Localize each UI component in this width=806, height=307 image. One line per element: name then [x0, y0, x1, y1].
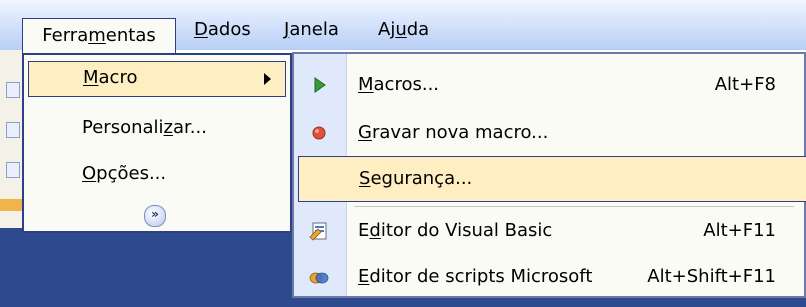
vb-editor-icon	[309, 222, 327, 241]
ferramentas-dropdown: Macro Personalizar... Opções... »	[22, 53, 292, 233]
menu-item-label: pções...	[96, 163, 167, 184]
menu-item-personalizar[interactable]: Personalizar...	[24, 109, 290, 147]
menu-label: Ferra	[42, 25, 89, 46]
menu-label: entas	[105, 25, 156, 46]
play-icon	[314, 77, 326, 93]
macro-submenu: Macros... Alt+F8 Gravar nova macro... Se…	[292, 52, 806, 298]
menu-mnemonic: G	[358, 122, 372, 143]
menu-item-opcoes[interactable]: Opções...	[24, 155, 290, 193]
submenu-arrow-icon	[264, 73, 271, 85]
menu-label: Aj	[378, 19, 396, 40]
toolbar-icon	[6, 122, 20, 138]
menu-item-script-editor[interactable]: Editor de scripts Microsoft Alt+Shift+F1…	[294, 254, 804, 300]
menu-item-label: ditor de scripts Microsoft	[369, 266, 593, 287]
menu-item-label: E	[358, 220, 370, 241]
menu-item-gravar-macro[interactable]: Gravar nova macro...	[294, 110, 804, 156]
menu-item-label: itor do Visual Basic	[380, 220, 553, 241]
menu-label: anela	[289, 19, 339, 40]
menu-ajuda[interactable]: Ajuda	[370, 8, 437, 58]
menu-item-macros[interactable]: Macros... Alt+F8	[294, 62, 804, 108]
menu-label: ados	[207, 19, 251, 40]
menu-item-label: egurança...	[370, 168, 473, 189]
menu-item-label: acros...	[373, 74, 440, 95]
menu-item-seguranca[interactable]: Segurança...	[298, 156, 806, 202]
menu-mnemonic: O	[82, 163, 97, 184]
menu-mnemonic: S	[359, 168, 371, 189]
toolbar-icon	[6, 82, 20, 98]
shortcut-label: Alt+Shift+F11	[647, 266, 776, 287]
script-editor-icon	[309, 272, 329, 284]
menu-item-vb-editor[interactable]: Editor do Visual Basic Alt+F11	[294, 208, 804, 254]
shortcut-label: Alt+F8	[714, 74, 776, 95]
menu-item-macro[interactable]: Macro	[28, 61, 286, 97]
menu-mnemonic: d	[369, 220, 381, 241]
menu-label: da	[406, 19, 430, 40]
menu-mnemonic: M	[83, 67, 99, 88]
menu-mnemonic: m	[88, 25, 106, 46]
menu-mnemonic: M	[358, 74, 374, 95]
menu-janela[interactable]: Janela	[276, 8, 347, 58]
record-icon	[312, 126, 326, 140]
menu-bar: Ferramentas Dados Janela Ajuda	[0, 0, 806, 54]
menu-item-label: ar...	[172, 117, 207, 138]
menu-item-label: Personali	[82, 117, 164, 138]
menu-separator	[354, 206, 794, 207]
menu-item-label: ravar nova macro...	[371, 122, 549, 143]
menu-item-label: acro	[98, 67, 138, 88]
menu-mnemonic: u	[395, 19, 407, 40]
expand-menu-chevron-icon[interactable]: »	[144, 205, 166, 227]
shortcut-label: Alt+F11	[703, 220, 776, 241]
menu-dados[interactable]: Dados	[186, 8, 259, 58]
toolbar-icon	[6, 162, 20, 178]
menu-mnemonic: z	[163, 117, 173, 138]
menu-mnemonic: D	[194, 19, 208, 40]
menu-mnemonic: E	[358, 266, 370, 287]
menu-ferramentas[interactable]: Ferramentas	[22, 18, 176, 54]
